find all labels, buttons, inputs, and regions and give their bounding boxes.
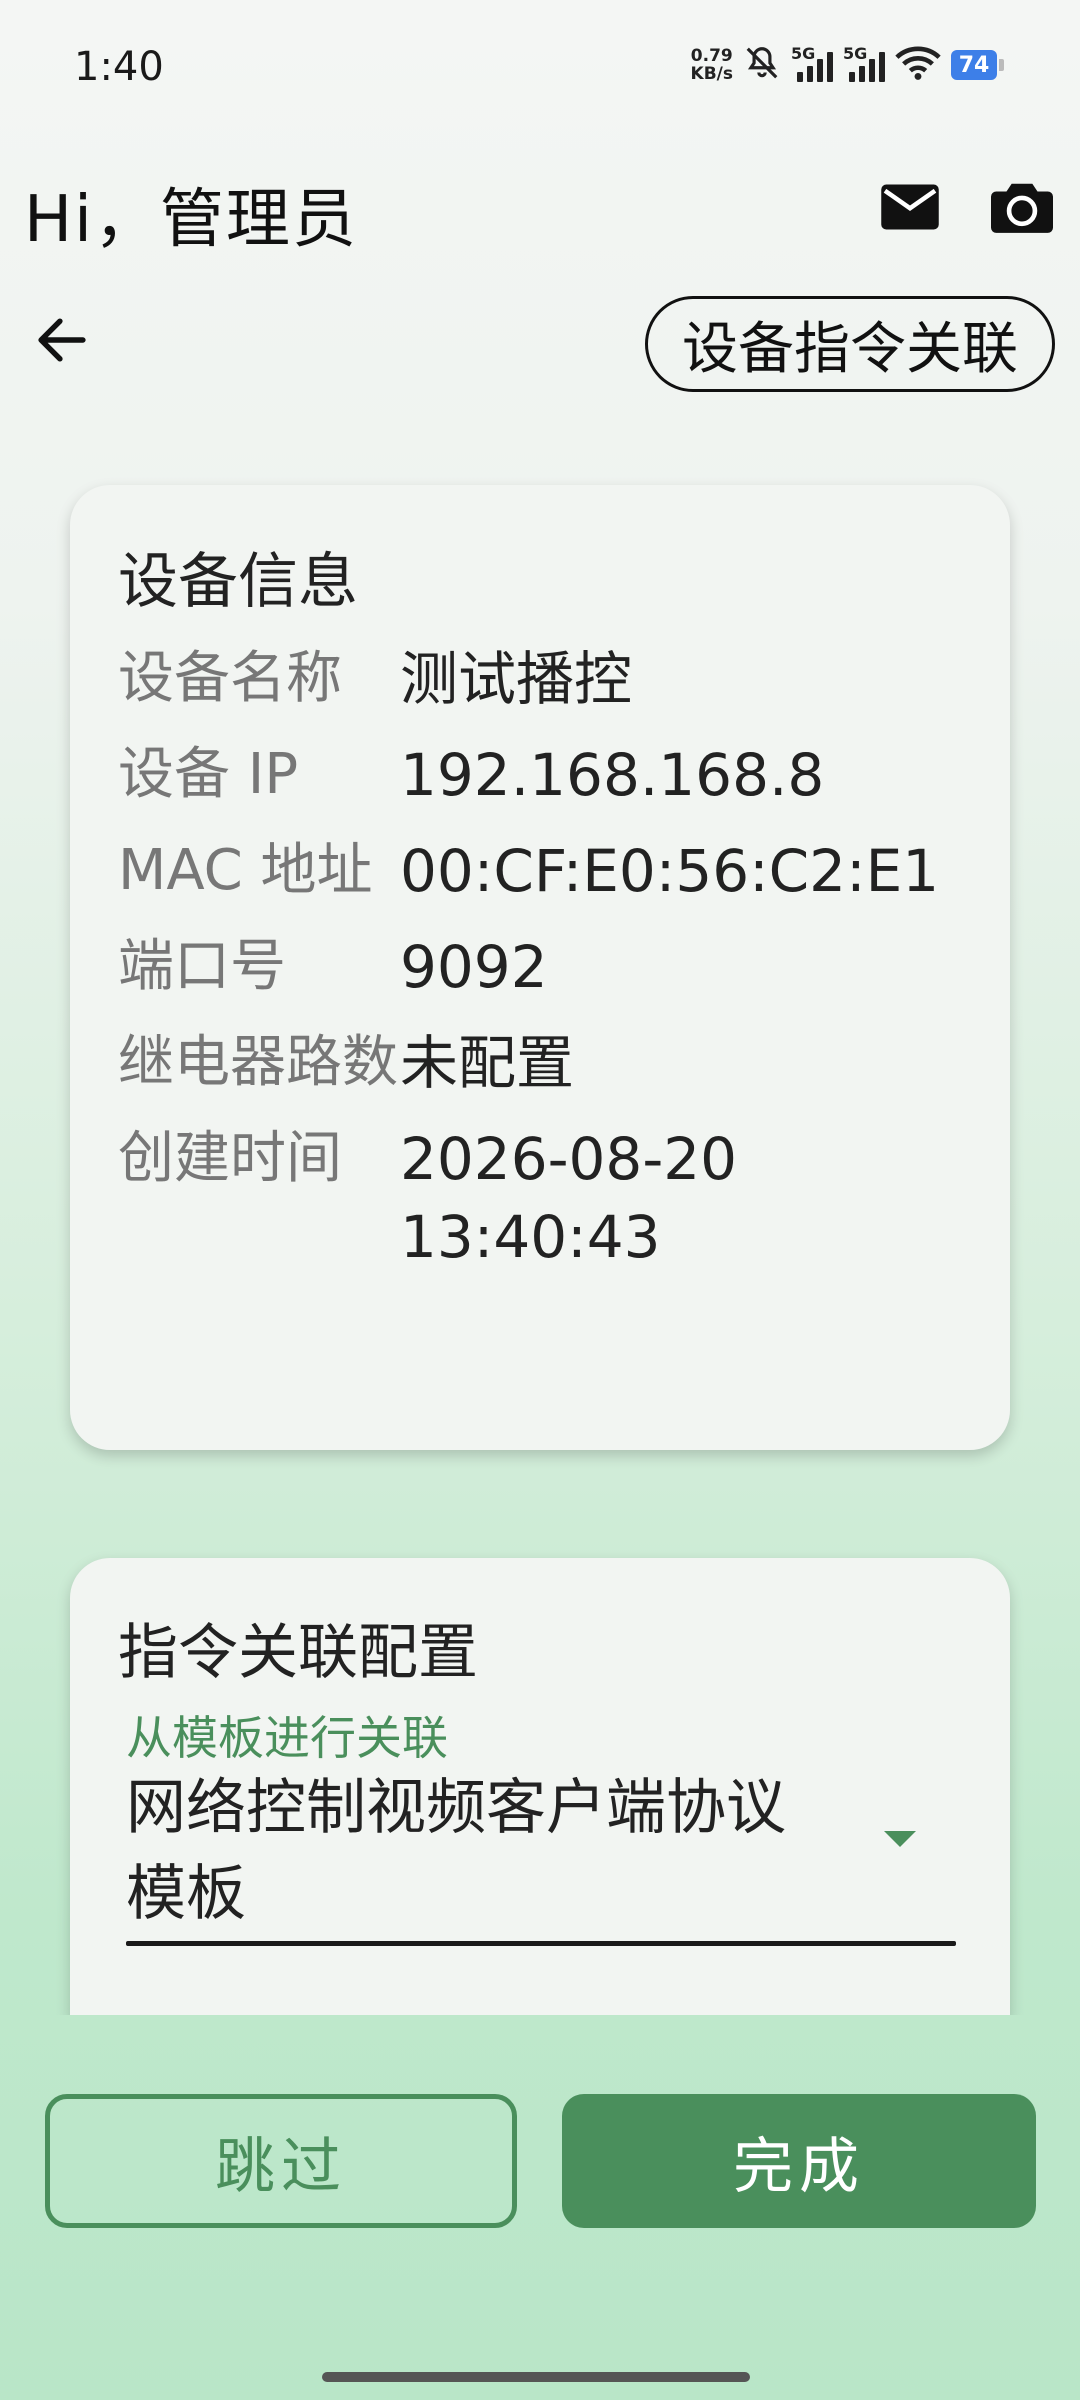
home-indicator[interactable] — [322, 2372, 750, 2382]
skip-button[interactable]: 跳过 — [45, 2094, 517, 2228]
config-title: 指令关联配置 — [118, 1618, 478, 1688]
select-underline — [126, 1941, 956, 1946]
config-card: 指令关联配置 从模板进行关联 网络控制视频客户端协议模板 — [70, 1558, 1010, 2015]
done-button[interactable]: 完成 — [562, 2094, 1036, 2228]
template-select-label: 从模板进行关联 — [126, 1711, 448, 1765]
dropdown-arrow-icon[interactable] — [884, 1831, 916, 1847]
template-select[interactable]: 从模板进行关联 网络控制视频客户端协议模板 — [126, 1711, 956, 1946]
template-select-value[interactable]: 网络控制视频客户端协议模板 — [126, 1765, 826, 1937]
scroll-area[interactable]: 指令关联配置 从模板进行关联 网络控制视频客户端协议模板 — [0, 0, 1080, 2015]
